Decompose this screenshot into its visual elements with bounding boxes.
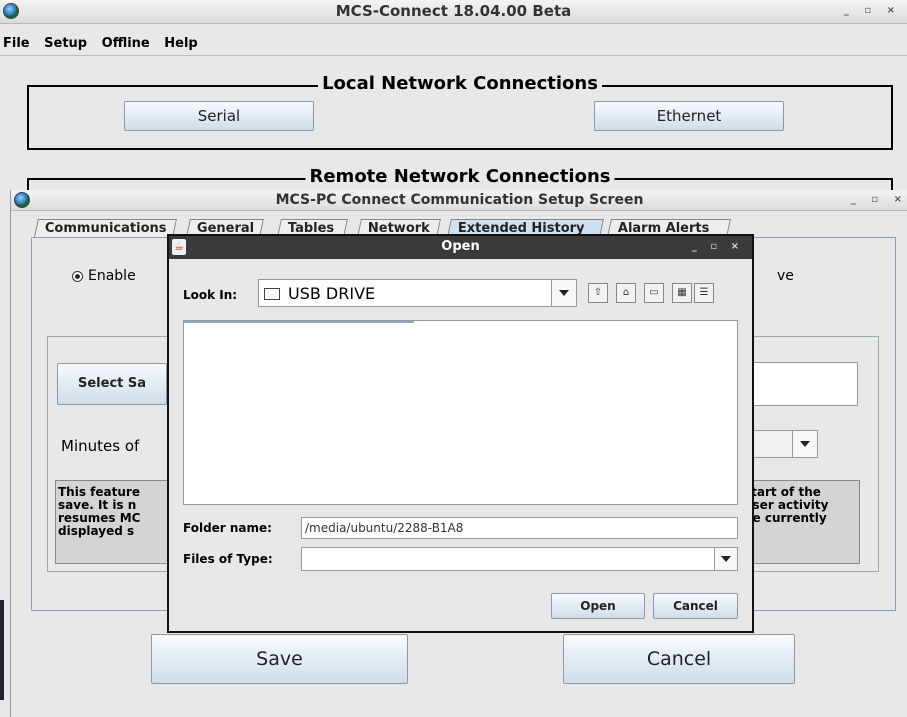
setup-globe-icon — [14, 192, 30, 208]
files-of-type-label: Files of Type: — [183, 552, 273, 566]
open-dialog: ☕ Open _ ▫ × Look In: USB DRIVE ⇧ ⌂ ▭ ▦ … — [167, 234, 754, 633]
app-globe-icon — [3, 3, 19, 19]
open-cancel-button[interactable]: Cancel — [653, 593, 738, 619]
new-folder-icon[interactable]: ▭ — [644, 283, 664, 303]
setup-window-title: MCS-PC Connect Communication Setup Scree… — [275, 192, 644, 208]
look-in-value: USB DRIVE — [288, 284, 376, 303]
folder-name-input[interactable] — [301, 517, 738, 539]
look-in-combo[interactable]: USB DRIVE — [258, 279, 577, 307]
menu-help[interactable]: Help — [164, 36, 197, 51]
home-icon[interactable]: ⌂ — [616, 283, 636, 303]
main-menubar: File Setup Offline Help — [3, 36, 208, 51]
menu-setup[interactable]: Setup — [44, 36, 87, 51]
left-edge-bar — [0, 600, 4, 700]
save-button[interactable]: Save — [151, 634, 408, 684]
minutes-dropdown-button[interactable] — [792, 431, 817, 457]
enable-radio[interactable]: Enable — [72, 268, 136, 284]
file-list[interactable] — [183, 320, 738, 505]
files-of-type-combo[interactable] — [301, 547, 738, 571]
list-view-icon[interactable]: ▦ — [672, 283, 692, 303]
info-text-left: This feature save. It is n resumes MC di… — [58, 485, 141, 538]
cancel-button[interactable]: Cancel — [563, 634, 795, 684]
file-toolbar: ⇧ ⌂ ▭ ▦ ☰ — [588, 283, 738, 303]
open-window-controls[interactable]: _ ▫ × — [692, 236, 744, 258]
look-in-dropdown-button[interactable] — [551, 280, 576, 306]
menu-file[interactable]: File — [3, 36, 30, 51]
radio-selected-icon — [72, 270, 83, 282]
remote-network-title: Remote Network Connections — [305, 166, 615, 187]
right-partial-label: ve — [777, 268, 794, 284]
tab-communications[interactable]: Communications — [34, 219, 177, 237]
info-text-right: start of the user activity he currently — [744, 485, 829, 525]
setup-window-controls[interactable]: _ ▫ × — [851, 190, 907, 210]
serial-button[interactable]: Serial — [124, 101, 314, 131]
minutes-select[interactable] — [743, 430, 818, 458]
file-list-column-marker — [184, 321, 414, 323]
open-button[interactable]: Open — [551, 593, 645, 619]
select-save-button[interactable]: Select Sa — [57, 363, 167, 405]
local-network-title: Local Network Connections — [318, 73, 602, 94]
folder-name-label: Folder name: — [183, 521, 272, 535]
look-in-label: Look In: — [183, 288, 238, 302]
chevron-down-icon — [800, 441, 810, 447]
files-of-type-dropdown-button[interactable] — [714, 548, 737, 570]
open-dialog-title: Open — [441, 239, 480, 254]
save-path-field[interactable] — [743, 362, 858, 406]
up-folder-icon[interactable]: ⇧ — [588, 283, 608, 303]
chevron-down-icon — [721, 556, 731, 562]
enable-label: Enable — [88, 268, 136, 284]
open-titlebar: ☕ Open _ ▫ × — [169, 236, 752, 259]
main-window-title: MCS-Connect 18.04.00 Beta — [335, 2, 572, 20]
menubar-divider — [0, 55, 907, 56]
folder-icon — [264, 288, 280, 300]
ethernet-button[interactable]: Ethernet — [594, 101, 784, 131]
minutes-label: Minutes of — [61, 437, 140, 455]
main-titlebar: MCS-Connect 18.04.00 Beta _ ▫ × — [0, 0, 907, 24]
local-network-group: Local Network Connections Serial Etherne… — [27, 73, 893, 150]
menu-offline[interactable]: Offline — [102, 36, 150, 51]
chevron-down-icon — [559, 290, 569, 296]
java-cup-icon: ☕ — [172, 239, 186, 255]
main-window-controls[interactable]: _ ▫ × — [844, 0, 901, 22]
details-view-icon[interactable]: ☰ — [694, 283, 714, 303]
setup-titlebar: MCS-PC Connect Communication Setup Scree… — [11, 190, 907, 211]
